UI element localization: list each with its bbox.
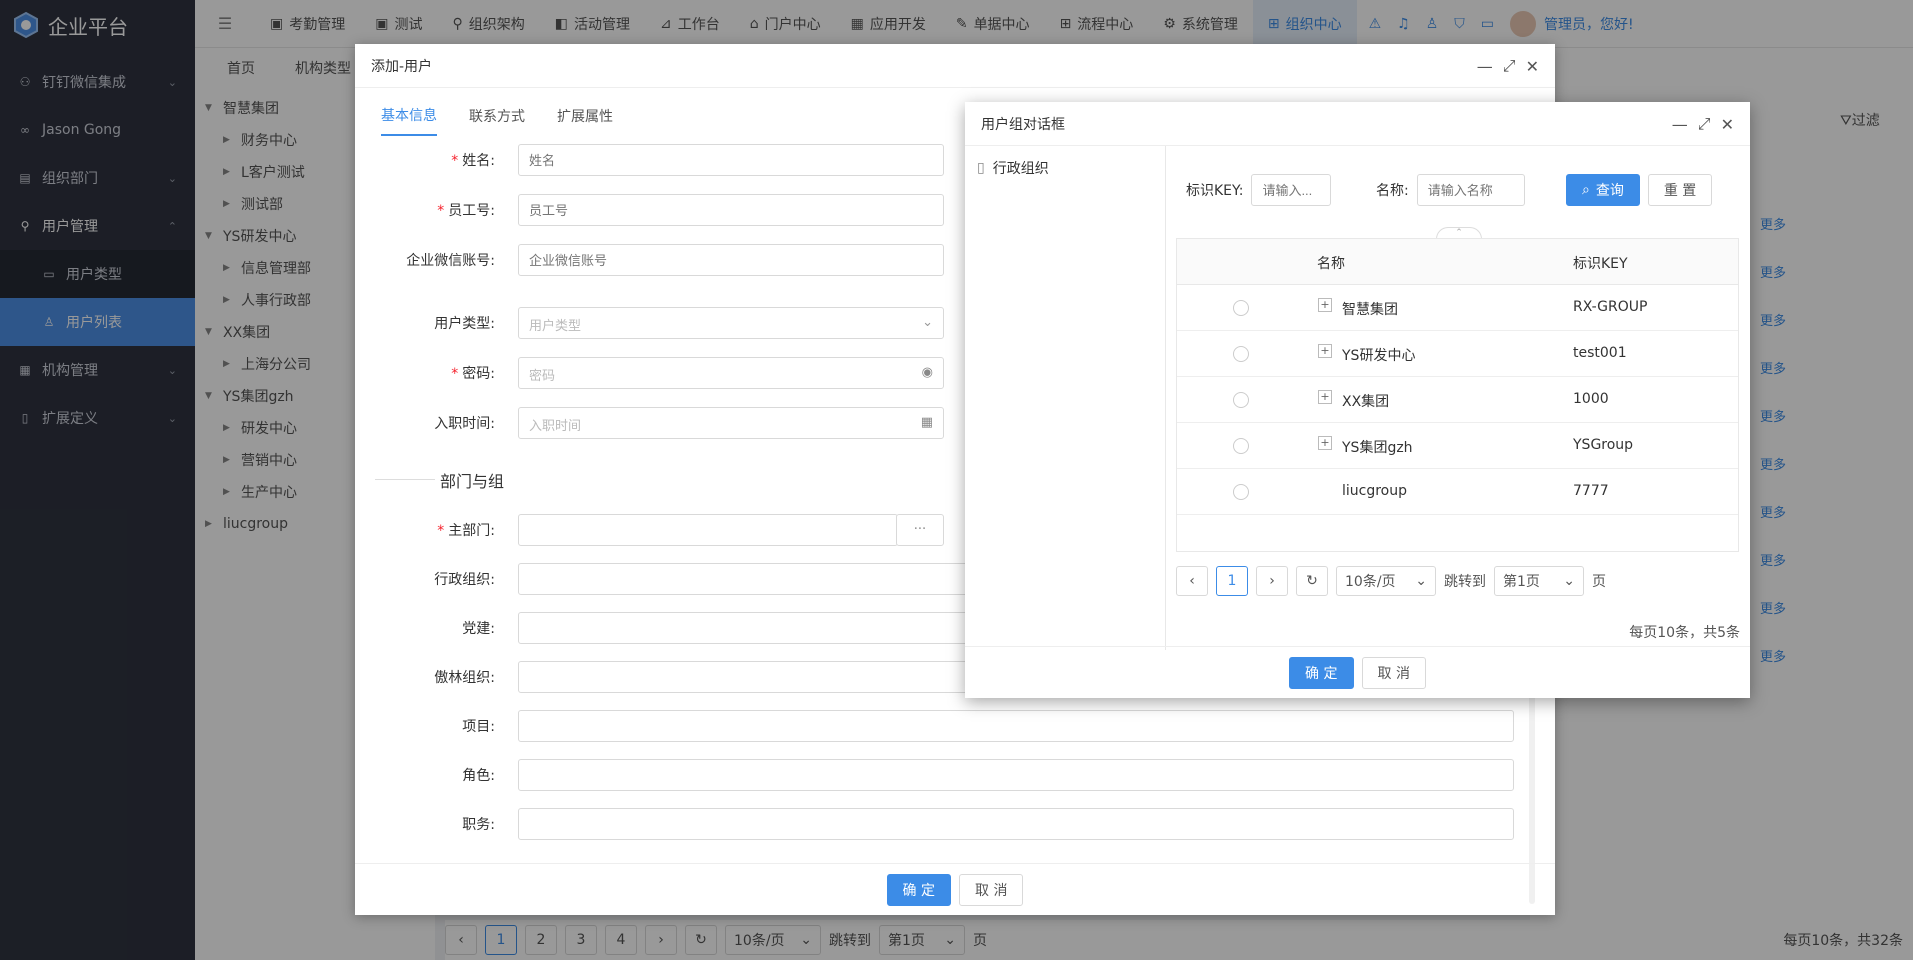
query-button[interactable]: ⌕ 查询 (1566, 174, 1640, 206)
field-label: * 密码: (451, 366, 495, 382)
pager-total: 每页10条，共5条 (1629, 625, 1740, 641)
tree-node[interactable]: ▯ 行政组织 (973, 158, 1157, 178)
page-jump-select[interactable]: 第1页 ⌄ (1494, 566, 1584, 596)
tab-ext-attrs[interactable]: 扩展属性 (557, 96, 613, 136)
main-dept-input[interactable] (518, 514, 898, 546)
form-row-project: 项目: (355, 710, 1555, 742)
group-list-panel: 标识KEY: 名称: ⌕查询 重 置 ⌃ 名称 标识KEY + 智慧集团 RX-… (1166, 146, 1750, 650)
chevron-down-icon: ⌄ (922, 315, 933, 330)
group-tree-panel: ▯ 行政组织 (965, 146, 1166, 650)
field-label: 角色: (462, 768, 495, 784)
expand-icon[interactable]: + (1318, 436, 1332, 450)
close-icon[interactable]: ✕ (1721, 115, 1734, 134)
name-input[interactable] (518, 144, 944, 176)
field-label: 行政组织: (434, 572, 495, 588)
row-radio[interactable] (1233, 438, 1249, 454)
dialog-footer: 确 定 取 消 (355, 863, 1555, 915)
chevron-down-icon: ⌄ (1563, 573, 1575, 589)
column-header[interactable]: 名称 (1317, 253, 1345, 273)
dialog-title: 用户组对话框 (981, 116, 1065, 133)
page-size-select[interactable]: 10条/页 ⌄ (1336, 566, 1436, 596)
expand-icon[interactable]: + (1318, 344, 1332, 358)
table-header: 名称 标识KEY (1177, 239, 1738, 285)
search-key: 标识KEY: (1186, 166, 1332, 214)
close-icon[interactable]: ✕ (1526, 57, 1539, 76)
dialog-title: 添加-用户 (371, 58, 433, 75)
section-divider (375, 479, 435, 480)
field-label: 职务: (462, 817, 495, 833)
reset-button[interactable]: 重 置 (1647, 174, 1713, 206)
field-label: 党建: (462, 621, 495, 637)
field-label: * 姓名: (451, 153, 495, 169)
field-label: 用户类型: (434, 316, 495, 332)
maximize-icon[interactable]: ⤢ (1698, 114, 1711, 134)
table-row[interactable]: liucgroup 7777 (1177, 469, 1738, 515)
calendar-icon: ▦ (920, 415, 933, 430)
expand-icon[interactable]: + (1318, 390, 1332, 404)
table-row[interactable]: + YS研发中心 test001 (1177, 331, 1738, 377)
position-input[interactable] (518, 808, 1514, 840)
password-input[interactable]: 密码 ◉ (518, 357, 944, 389)
dialog-footer: 确 定 取 消 (965, 646, 1750, 698)
name-input[interactable] (1416, 174, 1525, 206)
next-page-button[interactable]: › (1256, 566, 1288, 596)
form-row-position: 职务: (355, 808, 1555, 840)
dialog-header: 用户组对话框 — ⤢ ✕ (965, 102, 1750, 146)
file-icon: ▯ (977, 160, 985, 176)
minimize-icon[interactable]: — (1477, 57, 1493, 76)
search-name: 名称: (1376, 166, 1525, 214)
prev-page-button[interactable]: ‹ (1176, 566, 1208, 596)
search-actions: ⌕ 查询 重 置 (1566, 166, 1713, 214)
tab-basic-info[interactable]: 基本信息 (381, 96, 437, 136)
field-label: * 员工号: (437, 203, 495, 219)
project-input[interactable] (518, 710, 1514, 742)
search-icon: ⌕ (1582, 182, 1590, 198)
eye-off-icon[interactable]: ◉ (922, 365, 933, 380)
field-label: 项目: (462, 719, 495, 735)
row-radio[interactable] (1233, 346, 1249, 362)
emp-no-input[interactable] (518, 194, 944, 226)
cancel-button[interactable]: 取 消 (959, 873, 1024, 906)
more-dots-button[interactable]: ··· (896, 514, 944, 546)
dialog-header: 添加-用户 — ⤢ ✕ (355, 44, 1555, 88)
key-input[interactable] (1251, 174, 1332, 206)
field-label: 企业微信账号: (406, 253, 495, 269)
minimize-icon[interactable]: — (1672, 115, 1688, 134)
group-table: 名称 标识KEY + 智慧集团 RX-GROUP + YS研发中心 test00… (1176, 238, 1739, 552)
field-label: 入职时间: (434, 416, 495, 432)
section-title: 部门与组 (440, 472, 505, 491)
page-button[interactable]: 1 (1216, 566, 1248, 596)
table-row[interactable]: + 智慧集团 RX-GROUP (1177, 285, 1738, 331)
field-label: 傲林组织: (434, 670, 495, 686)
expand-icon[interactable]: + (1318, 298, 1332, 312)
table-row[interactable]: + XX集团 1000 (1177, 377, 1738, 423)
cancel-button[interactable]: 取 消 (1361, 656, 1426, 689)
role-input[interactable] (518, 759, 1514, 791)
field-label: * 主部门: (437, 523, 495, 539)
maximize-icon[interactable]: ⤢ (1503, 56, 1516, 76)
form-row-role: 角色: (355, 759, 1555, 791)
confirm-button[interactable]: 确 定 (1289, 656, 1354, 689)
column-header[interactable]: 标识KEY (1573, 253, 1628, 273)
user-group-dialog: 用户组对话框 — ⤢ ✕ ▯ 行政组织 标识KEY: 名称: ⌕查询 重 置 ⌃… (965, 102, 1750, 698)
join-date-picker[interactable]: 入职时间 ▦ (518, 407, 944, 439)
row-radio[interactable] (1233, 300, 1249, 316)
tab-contact[interactable]: 联系方式 (469, 96, 525, 136)
row-radio[interactable] (1233, 392, 1249, 408)
wechat-input[interactable] (518, 244, 944, 276)
user-type-select[interactable]: 用户类型 ⌄ (518, 307, 944, 339)
refresh-icon[interactable]: ↻ (1296, 566, 1328, 596)
chevron-down-icon: ⌄ (1415, 573, 1427, 589)
confirm-button[interactable]: 确 定 (886, 873, 951, 906)
group-pager: ‹ 1 › ↻ 10条/页 ⌄ 跳转到 第1页 ⌄ 页 (1176, 566, 1606, 596)
row-radio[interactable] (1233, 484, 1249, 500)
table-row[interactable]: + YS集团gzh YSGroup (1177, 423, 1738, 469)
